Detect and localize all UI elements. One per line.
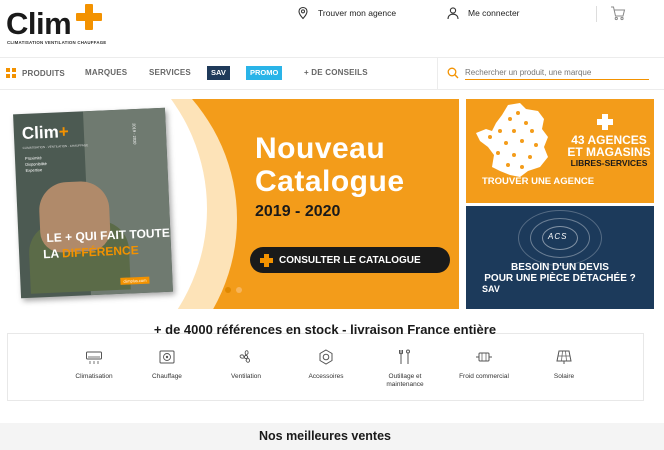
- header-divider: [596, 6, 597, 22]
- grid-menu-icon: [6, 68, 16, 78]
- stock-delivery-banner: + de 4000 références en stock - livraiso…: [153, 322, 497, 337]
- category-accessoires[interactable]: Accessoires: [291, 348, 361, 381]
- catalog-cover-feature: Expertise: [25, 167, 43, 173]
- catalog-cover-tagline: CLIMATISATION · VENTILATION · CHAUFFAGE: [22, 143, 89, 151]
- carousel-dots: [225, 287, 247, 293]
- catalog-cover-image[interactable]: Clim+ 2019 - 2020 CLIMATISATION · VENTIL…: [13, 107, 173, 299]
- logo-wordmark: Clim: [6, 6, 72, 41]
- login-label: Me connecter: [468, 8, 520, 18]
- air-conditioner-icon: [86, 351, 102, 364]
- catalog-cover-features: Proximité Disponibilité Expertise: [25, 155, 47, 174]
- logo-tagline: CLIMATISATION VENTILATION CHAUFFAGE: [7, 40, 107, 45]
- spare-parts-quote-tile[interactable]: ACS BESOIN D'UN DEVIS POUR UNE PIÈCE DÉT…: [466, 206, 654, 309]
- sav-link[interactable]: SAV: [482, 284, 500, 294]
- category-label: Solaire: [553, 373, 575, 380]
- category-label: Climatisation: [75, 373, 113, 380]
- map-pin-icon: [298, 6, 308, 20]
- nav-products[interactable]: PRODUITS: [6, 68, 65, 78]
- category-outillage[interactable]: Outillage et maintenance: [370, 348, 440, 389]
- carousel-dot[interactable]: [225, 287, 231, 293]
- tools-icon: [399, 349, 410, 364]
- catalog-cover-slogan-prefix: LA: [42, 246, 63, 262]
- nav-services[interactable]: SERVICES: [149, 68, 191, 77]
- agencies-tile[interactable]: 43 AGENCES ET MAGASINS LIBRES-SERVICES T…: [466, 99, 654, 203]
- france-map-icon: [476, 103, 548, 177]
- category-bar: Climatisation Chauffage Ventilation Acce…: [7, 333, 644, 401]
- hero-title-line1: Nouveau: [255, 132, 386, 165]
- view-catalog-button[interactable]: CONSULTER LE CATALOGUE: [250, 247, 450, 273]
- quote-line2: POUR UNE PIÈCE DÉTACHÉE ?: [484, 273, 636, 284]
- user-icon: [447, 7, 459, 20]
- nav-brands[interactable]: MARQUES: [85, 68, 127, 77]
- catalog-cover-logo: Clim+: [21, 122, 69, 144]
- category-label: Chauffage: [152, 373, 182, 380]
- best-sellers-title: Nos meilleures ventes: [258, 429, 391, 443]
- login-link[interactable]: Me connecter: [446, 6, 520, 20]
- search-input[interactable]: [465, 66, 649, 80]
- agencies-line3: LIBRES-SERVICES: [570, 158, 648, 168]
- category-froid-commercial[interactable]: Froid commercial: [449, 348, 519, 381]
- nav-advice[interactable]: + DE CONSEILS: [304, 68, 368, 77]
- nav-products-label: PRODUITS: [22, 68, 65, 78]
- nav-promo-badge[interactable]: PROMO: [246, 66, 283, 80]
- main-navigation: PRODUITS MARQUES SERVICES SAV PROMO + DE…: [0, 57, 664, 90]
- hero-year-range: 2019 - 2020: [255, 203, 341, 220]
- category-label: Accessoires: [308, 373, 344, 380]
- top-header: Clim CLIMATISATION VENTILATION CHAUFFAGE…: [0, 0, 664, 56]
- agencies-line2: ET MAGASINS: [567, 145, 651, 159]
- nav-sav-badge[interactable]: SAV: [207, 66, 230, 80]
- cart-icon[interactable]: [610, 5, 626, 21]
- nut-icon: [319, 349, 333, 365]
- category-chauffage[interactable]: Chauffage: [132, 348, 202, 381]
- catalog-cover-url: climplus.com: [120, 276, 150, 285]
- category-ventilation[interactable]: Ventilation: [211, 348, 281, 381]
- heater-icon: [159, 350, 175, 364]
- acs-logo: ACS: [548, 232, 568, 241]
- nav-divider: [437, 58, 438, 90]
- category-label: Outillage et maintenance: [386, 373, 424, 388]
- carousel-dot[interactable]: [236, 287, 242, 293]
- compressor-icon: [476, 352, 492, 362]
- store-locator-link[interactable]: Trouver mon agence: [296, 6, 396, 20]
- hero-title-line2: Catalogue: [255, 165, 405, 198]
- category-label: Ventilation: [231, 373, 261, 380]
- find-agency-link[interactable]: TROUVER UNE AGENCE: [482, 176, 594, 187]
- logo-plus-icon: [76, 4, 102, 30]
- climplus-logo[interactable]: Clim CLIMATISATION VENTILATION CHAUFFAGE: [6, 4, 106, 48]
- store-locator-label: Trouver mon agence: [318, 8, 397, 18]
- plus-icon: [597, 114, 613, 130]
- catalog-cover-logo-text: Clim: [21, 122, 60, 144]
- view-catalog-label: CONSULTER LE CATALOGUE: [279, 254, 421, 266]
- quote-line1: BESOIN D'UN DEVIS: [511, 262, 609, 273]
- solar-panel-icon: [556, 350, 572, 364]
- category-solaire[interactable]: Solaire: [529, 348, 599, 381]
- category-climatisation[interactable]: Climatisation: [59, 348, 129, 381]
- search-icon[interactable]: [447, 67, 459, 79]
- fan-icon: [239, 350, 250, 363]
- best-sellers-section: Nos meilleures ventes: [0, 423, 664, 450]
- catalog-cover-year: 2019 - 2020: [131, 123, 138, 145]
- catalog-cover-logo-plus: +: [58, 122, 70, 142]
- category-label: Froid commercial: [459, 373, 509, 380]
- plus-icon: [260, 253, 273, 267]
- hero-banner[interactable]: Clim+ 2019 - 2020 CLIMATISATION · VENTIL…: [7, 99, 459, 309]
